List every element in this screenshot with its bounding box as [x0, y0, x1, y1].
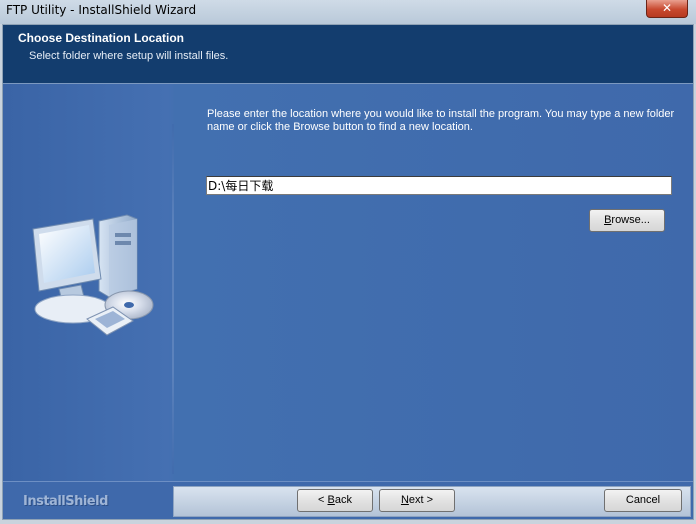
- back-button[interactable]: < Back: [297, 489, 373, 512]
- next-button[interactable]: Next >: [379, 489, 455, 512]
- window-title-bar[interactable]: FTP Utility - InstallShield Wizard ✕: [0, 0, 696, 24]
- wizard-footer: InstallShield < Back Next > Cancel: [3, 481, 693, 519]
- wizard-client-area: Choose Destination Location Select folde…: [2, 24, 694, 520]
- back-label-post: ack: [334, 494, 352, 506]
- browse-button[interactable]: Browse...: [589, 209, 665, 232]
- close-button[interactable]: ✕: [646, 0, 688, 18]
- computer-illustration-icon: [32, 214, 154, 336]
- close-icon: ✕: [661, 1, 673, 15]
- window-title: FTP Utility - InstallShield Wizard: [6, 3, 197, 17]
- vertical-divider: [172, 124, 174, 474]
- next-label-key: N: [400, 494, 409, 506]
- installshield-logo: InstallShield: [23, 494, 108, 509]
- wizard-header: Choose Destination Location Select folde…: [3, 25, 693, 84]
- browse-label-post: rowse...: [611, 214, 650, 226]
- page-subtitle: Select folder where setup will install f…: [29, 50, 229, 62]
- page-title: Choose Destination Location: [18, 31, 185, 45]
- next-label-post: ext >: [408, 494, 434, 506]
- destination-path-input[interactable]: [206, 176, 672, 195]
- instructions-text: Please enter the location where you woul…: [207, 108, 675, 133]
- wizard-main-panel: Please enter the location where you woul…: [3, 84, 693, 481]
- back-label-key: B: [327, 494, 335, 506]
- back-label-pre: <: [318, 494, 328, 506]
- cancel-button[interactable]: Cancel: [604, 489, 682, 512]
